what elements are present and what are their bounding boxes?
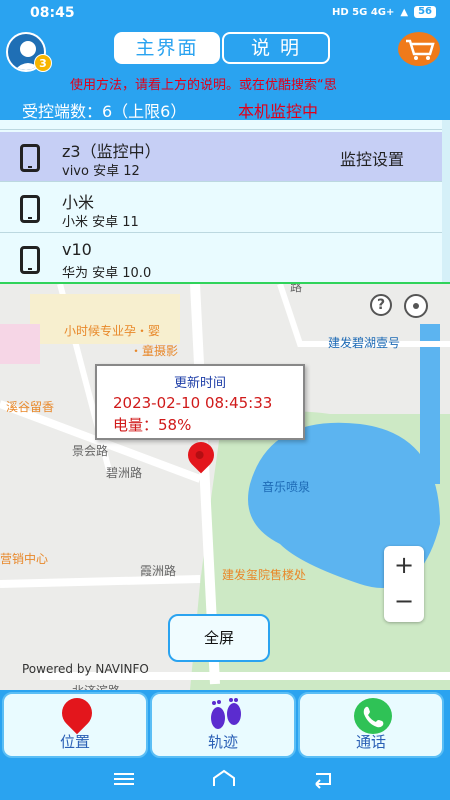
back-icon[interactable]	[308, 768, 336, 790]
phone-icon	[20, 195, 40, 223]
device-row-xiaomi[interactable]: 小米 小米 安卓 11	[0, 183, 450, 233]
nav-label: 通话	[355, 733, 386, 751]
status-bar: 08:45 HD 5G 4G+ ▲ 56	[0, 0, 450, 28]
help-icon[interactable]: ?	[370, 294, 392, 316]
map-view[interactable]: 路 小时候专业孕・婴 ・童摄影 建发碧湖壹号 溪谷留香 景会路 碧洲路 音乐喷泉…	[0, 284, 450, 690]
home-icon[interactable]	[210, 768, 238, 790]
nav-location-button[interactable]: 位置	[2, 691, 148, 758]
crown-badge-icon: 3	[34, 54, 52, 72]
monitor-status-label: 本机监控中	[238, 102, 319, 121]
device-info: vivo 安卓 12	[62, 164, 140, 179]
zoom-out-button[interactable]: −	[384, 584, 424, 618]
map-label-road-bizhou: 碧洲路	[106, 466, 143, 480]
shopping-cart-icon[interactable]	[398, 32, 440, 66]
map-label-shop: 小时候专业孕・婴	[64, 324, 161, 338]
location-pin-icon	[55, 691, 99, 735]
popup-title: 更新时间	[173, 376, 226, 391]
nav-label: 位置	[59, 733, 90, 751]
device-row-partial[interactable]	[0, 120, 450, 130]
nav-label: 轨迹	[207, 733, 238, 751]
device-name: z3（监控中）	[62, 142, 161, 161]
popup-update-time: 2023-02-10 08:45:33	[113, 394, 273, 412]
status-time: 08:45	[30, 5, 75, 21]
map-label-sales-center: 营销中心	[0, 552, 49, 566]
battery-icon: 56	[414, 6, 436, 18]
app-header: 3 主界面 说 明 使用方法，请看上方的说明。或在优酷搜索“思 受控端数：6（上…	[0, 28, 450, 121]
map-label-road-xiazhou: 霞洲路	[140, 564, 177, 578]
nav-call-button[interactable]: 通话	[298, 692, 444, 758]
menu-icon[interactable]	[110, 768, 138, 790]
map-label-sales-office: 建发玺院售楼处	[222, 568, 307, 582]
wifi-icon: ▲	[400, 6, 409, 18]
usage-marquee: 使用方法，请看上方的说明。或在优酷搜索“思	[70, 78, 337, 93]
device-row-v10[interactable]: v10 华为 安卓 10.0	[0, 234, 450, 282]
list-scrollbar[interactable]	[442, 120, 450, 282]
map-label-road-jinghui: 景会路	[72, 444, 109, 458]
device-info: 小米 安卓 11	[62, 215, 139, 230]
map-label-road-top: 路	[290, 284, 303, 294]
monitor-settings-button[interactable]: 监控设置	[340, 146, 404, 170]
device-count-label: 受控端数：6（上限6）	[22, 102, 187, 121]
map-label-shop-2: ・童摄影	[130, 344, 179, 358]
zoom-control: + −	[384, 546, 424, 622]
system-nav-bar	[0, 760, 450, 800]
popup-battery: 电量：58%	[113, 416, 192, 434]
location-info-popup: 更新时间 2023-02-10 08:45:33 电量：58%	[95, 364, 305, 440]
map-label-fountain: 音乐喷泉	[262, 480, 311, 494]
device-info: 华为 安卓 10.0	[62, 266, 152, 281]
tab-help[interactable]: 说 明	[222, 32, 330, 64]
map-attribution: Powered by NAVINFO	[22, 662, 149, 676]
map-label-road-bottom: 北济滨路	[72, 682, 120, 690]
phone-call-icon	[354, 698, 392, 734]
map-label-community: 建发碧湖壹号	[328, 336, 401, 350]
locate-icon[interactable]	[404, 294, 428, 318]
network-indicator: HD 5G 4G+	[332, 6, 395, 18]
device-name: v10	[62, 240, 92, 259]
status-icons: HD 5G 4G+ ▲ 56	[332, 6, 436, 18]
fullscreen-button[interactable]: 全屏	[168, 614, 270, 662]
map-label-area: 溪谷留香	[6, 400, 55, 414]
device-name: 小米	[62, 193, 95, 212]
phone-icon	[20, 246, 40, 274]
phone-icon	[20, 144, 40, 172]
device-list[interactable]: z3（监控中） vivo 安卓 12 监控设置 小米 小米 安卓 11 v10 …	[0, 120, 450, 284]
device-row-z3[interactable]: z3（监控中） vivo 安卓 12 监控设置	[0, 132, 450, 182]
nav-track-button[interactable]: 轨迹	[150, 692, 296, 758]
footprints-icon	[211, 698, 241, 729]
zoom-in-button[interactable]: +	[384, 548, 424, 582]
tab-main[interactable]: 主界面	[114, 32, 220, 64]
bottom-nav: 位置 轨迹 通话	[0, 690, 450, 760]
